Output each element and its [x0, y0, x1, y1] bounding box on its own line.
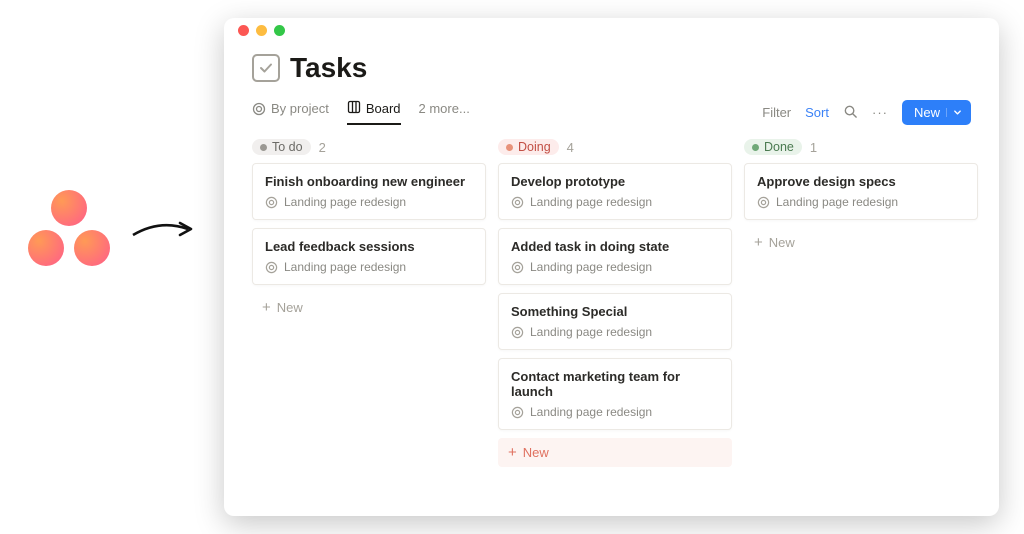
card-project-label: Landing page redesign	[530, 325, 652, 339]
column-count: 1	[810, 140, 817, 155]
board-icon	[347, 100, 361, 117]
target-icon	[265, 261, 278, 274]
view-label: Board	[366, 101, 401, 116]
plus-icon: +	[508, 444, 517, 461]
column-header[interactable]: To do 2	[252, 139, 486, 155]
column-count: 2	[319, 140, 326, 155]
target-icon	[252, 102, 266, 116]
column-count: 4	[567, 140, 574, 155]
column-label: Doing	[518, 140, 551, 154]
tasks-check-icon	[252, 54, 280, 82]
task-card[interactable]: Approve design specs Landing page redesig…	[744, 163, 978, 220]
status-badge[interactable]: Done	[744, 139, 802, 155]
new-task-button[interactable]: + New	[498, 438, 732, 467]
card-project-label: Landing page redesign	[530, 195, 652, 209]
card-project[interactable]: Landing page redesign	[511, 325, 719, 339]
target-icon	[757, 196, 770, 209]
column-label: Done	[764, 140, 794, 154]
status-dot-icon	[260, 144, 267, 151]
task-card[interactable]: Finish onboarding new engineer Landing pa…	[252, 163, 486, 220]
task-card[interactable]: Added task in doing state Landing page re…	[498, 228, 732, 285]
window-zoom-icon[interactable]	[274, 25, 285, 36]
card-project-label: Landing page redesign	[530, 260, 652, 274]
window-titlebar	[224, 18, 999, 42]
search-icon[interactable]	[843, 104, 858, 122]
column-header[interactable]: Done 1	[744, 139, 978, 155]
target-icon	[511, 196, 524, 209]
new-task-button[interactable]: + New	[252, 293, 486, 322]
asana-logo	[28, 190, 110, 272]
view-by-project[interactable]: By project	[252, 101, 329, 124]
task-card[interactable]: Develop prototype Landing page redesign	[498, 163, 732, 220]
view-board[interactable]: Board	[347, 100, 401, 125]
status-badge[interactable]: To do	[252, 139, 311, 155]
task-card[interactable]: Contact marketing team for launch Landing…	[498, 358, 732, 430]
card-project-label: Landing page redesign	[776, 195, 898, 209]
target-icon	[511, 406, 524, 419]
column-done: Done 1 Approve design specs Landing page re…	[744, 139, 978, 467]
arrow-icon	[130, 215, 202, 245]
status-badge[interactable]: Doing	[498, 139, 559, 155]
column-doing: Doing 4 Develop prototype Landing page rede…	[498, 139, 732, 467]
status-dot-icon	[506, 144, 513, 151]
task-card[interactable]: Something Special Landing page redesign	[498, 293, 732, 350]
card-title: Contact marketing team for launch	[511, 369, 719, 399]
new-button-label: New	[914, 105, 940, 120]
view-label: By project	[271, 101, 329, 116]
card-title: Finish onboarding new engineer	[265, 174, 473, 189]
new-task-button[interactable]: + New	[744, 228, 978, 257]
column-header[interactable]: Doing 4	[498, 139, 732, 155]
card-project[interactable]: Landing page redesign	[265, 195, 473, 209]
column-todo: To do 2 Finish onboarding new engineer Land…	[252, 139, 486, 467]
card-project-label: Landing page redesign	[284, 195, 406, 209]
column-label: To do	[272, 140, 303, 154]
card-project[interactable]: Landing page redesign	[757, 195, 965, 209]
target-icon	[511, 261, 524, 274]
card-title: Something Special	[511, 304, 719, 319]
card-project-label: Landing page redesign	[284, 260, 406, 274]
plus-icon: +	[262, 299, 271, 316]
kanban-board: To do 2 Finish onboarding new engineer Land…	[252, 139, 971, 467]
status-dot-icon	[752, 144, 759, 151]
target-icon	[265, 196, 278, 209]
view-label: 2 more...	[419, 101, 470, 116]
card-title: Lead feedback sessions	[265, 239, 473, 254]
app-window: Tasks By project Board 2 more... Filter …	[224, 18, 999, 516]
card-title: Develop prototype	[511, 174, 719, 189]
card-project[interactable]: Landing page redesign	[511, 405, 719, 419]
page-title: Tasks	[290, 52, 367, 84]
window-close-icon[interactable]	[238, 25, 249, 36]
sort-button[interactable]: Sort	[805, 105, 829, 120]
target-icon	[511, 326, 524, 339]
new-task-label: New	[277, 300, 303, 315]
filter-button[interactable]: Filter	[762, 105, 791, 120]
more-icon[interactable]: ···	[872, 105, 888, 120]
view-more[interactable]: 2 more...	[419, 101, 470, 124]
card-title: Approve design specs	[757, 174, 965, 189]
new-task-label: New	[523, 445, 549, 460]
new-button[interactable]: New	[902, 100, 971, 125]
card-project[interactable]: Landing page redesign	[511, 195, 719, 209]
task-card[interactable]: Lead feedback sessions Landing page redes…	[252, 228, 486, 285]
card-project[interactable]: Landing page redesign	[265, 260, 473, 274]
window-minimize-icon[interactable]	[256, 25, 267, 36]
plus-icon: +	[754, 234, 763, 251]
card-project[interactable]: Landing page redesign	[511, 260, 719, 274]
card-title: Added task in doing state	[511, 239, 719, 254]
new-task-label: New	[769, 235, 795, 250]
card-project-label: Landing page redesign	[530, 405, 652, 419]
chevron-down-icon[interactable]	[946, 108, 962, 117]
